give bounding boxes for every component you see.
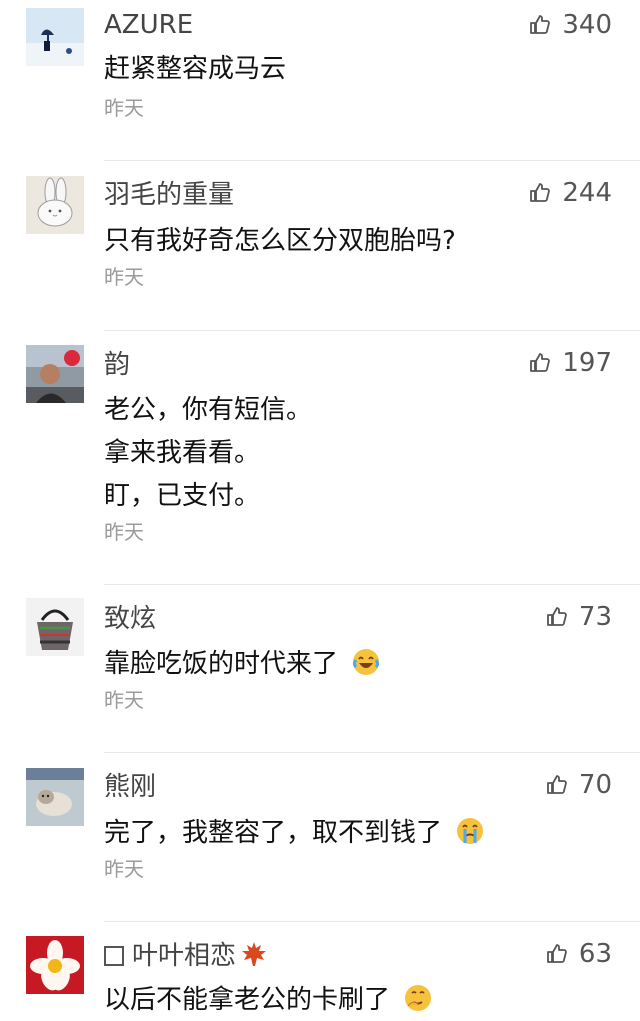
thumbs-up-icon [530,353,551,372]
avatar[interactable] [26,768,84,826]
divider [104,921,640,922]
timestamp: 昨天 [104,96,144,120]
divider [104,330,640,331]
divider [104,584,640,585]
username[interactable]: AZURE [104,10,193,40]
like-button[interactable]: 340 [528,10,612,40]
timestamp: 昨天 [104,857,144,881]
handbag-avatar-image [26,598,84,656]
comment-text: 靠脸吃饭的时代来了 [104,643,382,685]
thumbs-up-icon [530,15,551,34]
like-button[interactable]: 70 [545,770,612,800]
comment-list: AZURE 340 赶紧整容成马云 昨天 羽毛的重量 244 只有我好奇怎么区分… [0,0,640,1021]
thumbs-up-icon [547,775,567,794]
timestamp: 昨天 [104,688,144,712]
comment-text: 以后不能拿老公的卡刷了 [104,979,434,1021]
username[interactable]: 致炫 [104,604,156,634]
like-count: 244 [562,178,612,208]
thumbs-up-icon [547,607,567,626]
rabbit-avatar-image [26,176,84,234]
comment-text: 老公，你有短信。 [104,395,313,425]
username[interactable]: 韵 [104,350,130,380]
checkbox-icon [104,946,124,966]
flower-avatar-image [26,936,84,994]
portrait-avatar-image [26,345,84,403]
username[interactable]: 叶叶相恋 [104,940,268,971]
cat-avatar-image [26,768,84,826]
like-button[interactable]: 244 [528,178,612,208]
comment-text: 盯，已支付。 [104,481,261,511]
avatar[interactable] [26,345,84,403]
username[interactable]: 熊刚 [104,772,156,802]
like-button[interactable]: 73 [545,602,612,632]
avatar[interactable] [26,598,84,656]
username[interactable]: 羽毛的重量 [104,180,234,210]
umbrella-avatar-image [26,8,84,66]
thumbs-up-icon [547,944,567,963]
divider [104,160,640,161]
like-count: 70 [578,770,612,800]
comment-text: 赶紧整容成马云 [104,54,287,84]
timestamp: 昨天 [104,265,144,289]
like-button[interactable]: 197 [528,348,612,378]
crying-emoji-icon [457,818,484,844]
divider [104,752,640,753]
like-count: 63 [578,939,612,969]
maple-leaf-icon [242,942,267,966]
laughing-tears-emoji-icon [353,649,380,675]
comment-text: 拿来我看看。 [104,438,261,468]
comment-text: 完了，我整容了，取不到钱了 [104,812,486,854]
avatar[interactable] [26,8,84,66]
comment-text: 只有我好奇怎么区分双胞胎吗? [104,226,456,256]
thumbs-up-icon [530,183,551,202]
thinking-emoji-icon [405,985,432,1011]
like-count: 197 [562,348,612,378]
like-count: 340 [562,10,612,40]
like-button[interactable]: 63 [545,939,612,969]
timestamp: 昨天 [104,520,144,544]
avatar[interactable] [26,176,84,234]
like-count: 73 [578,602,612,632]
avatar[interactable] [26,936,84,994]
